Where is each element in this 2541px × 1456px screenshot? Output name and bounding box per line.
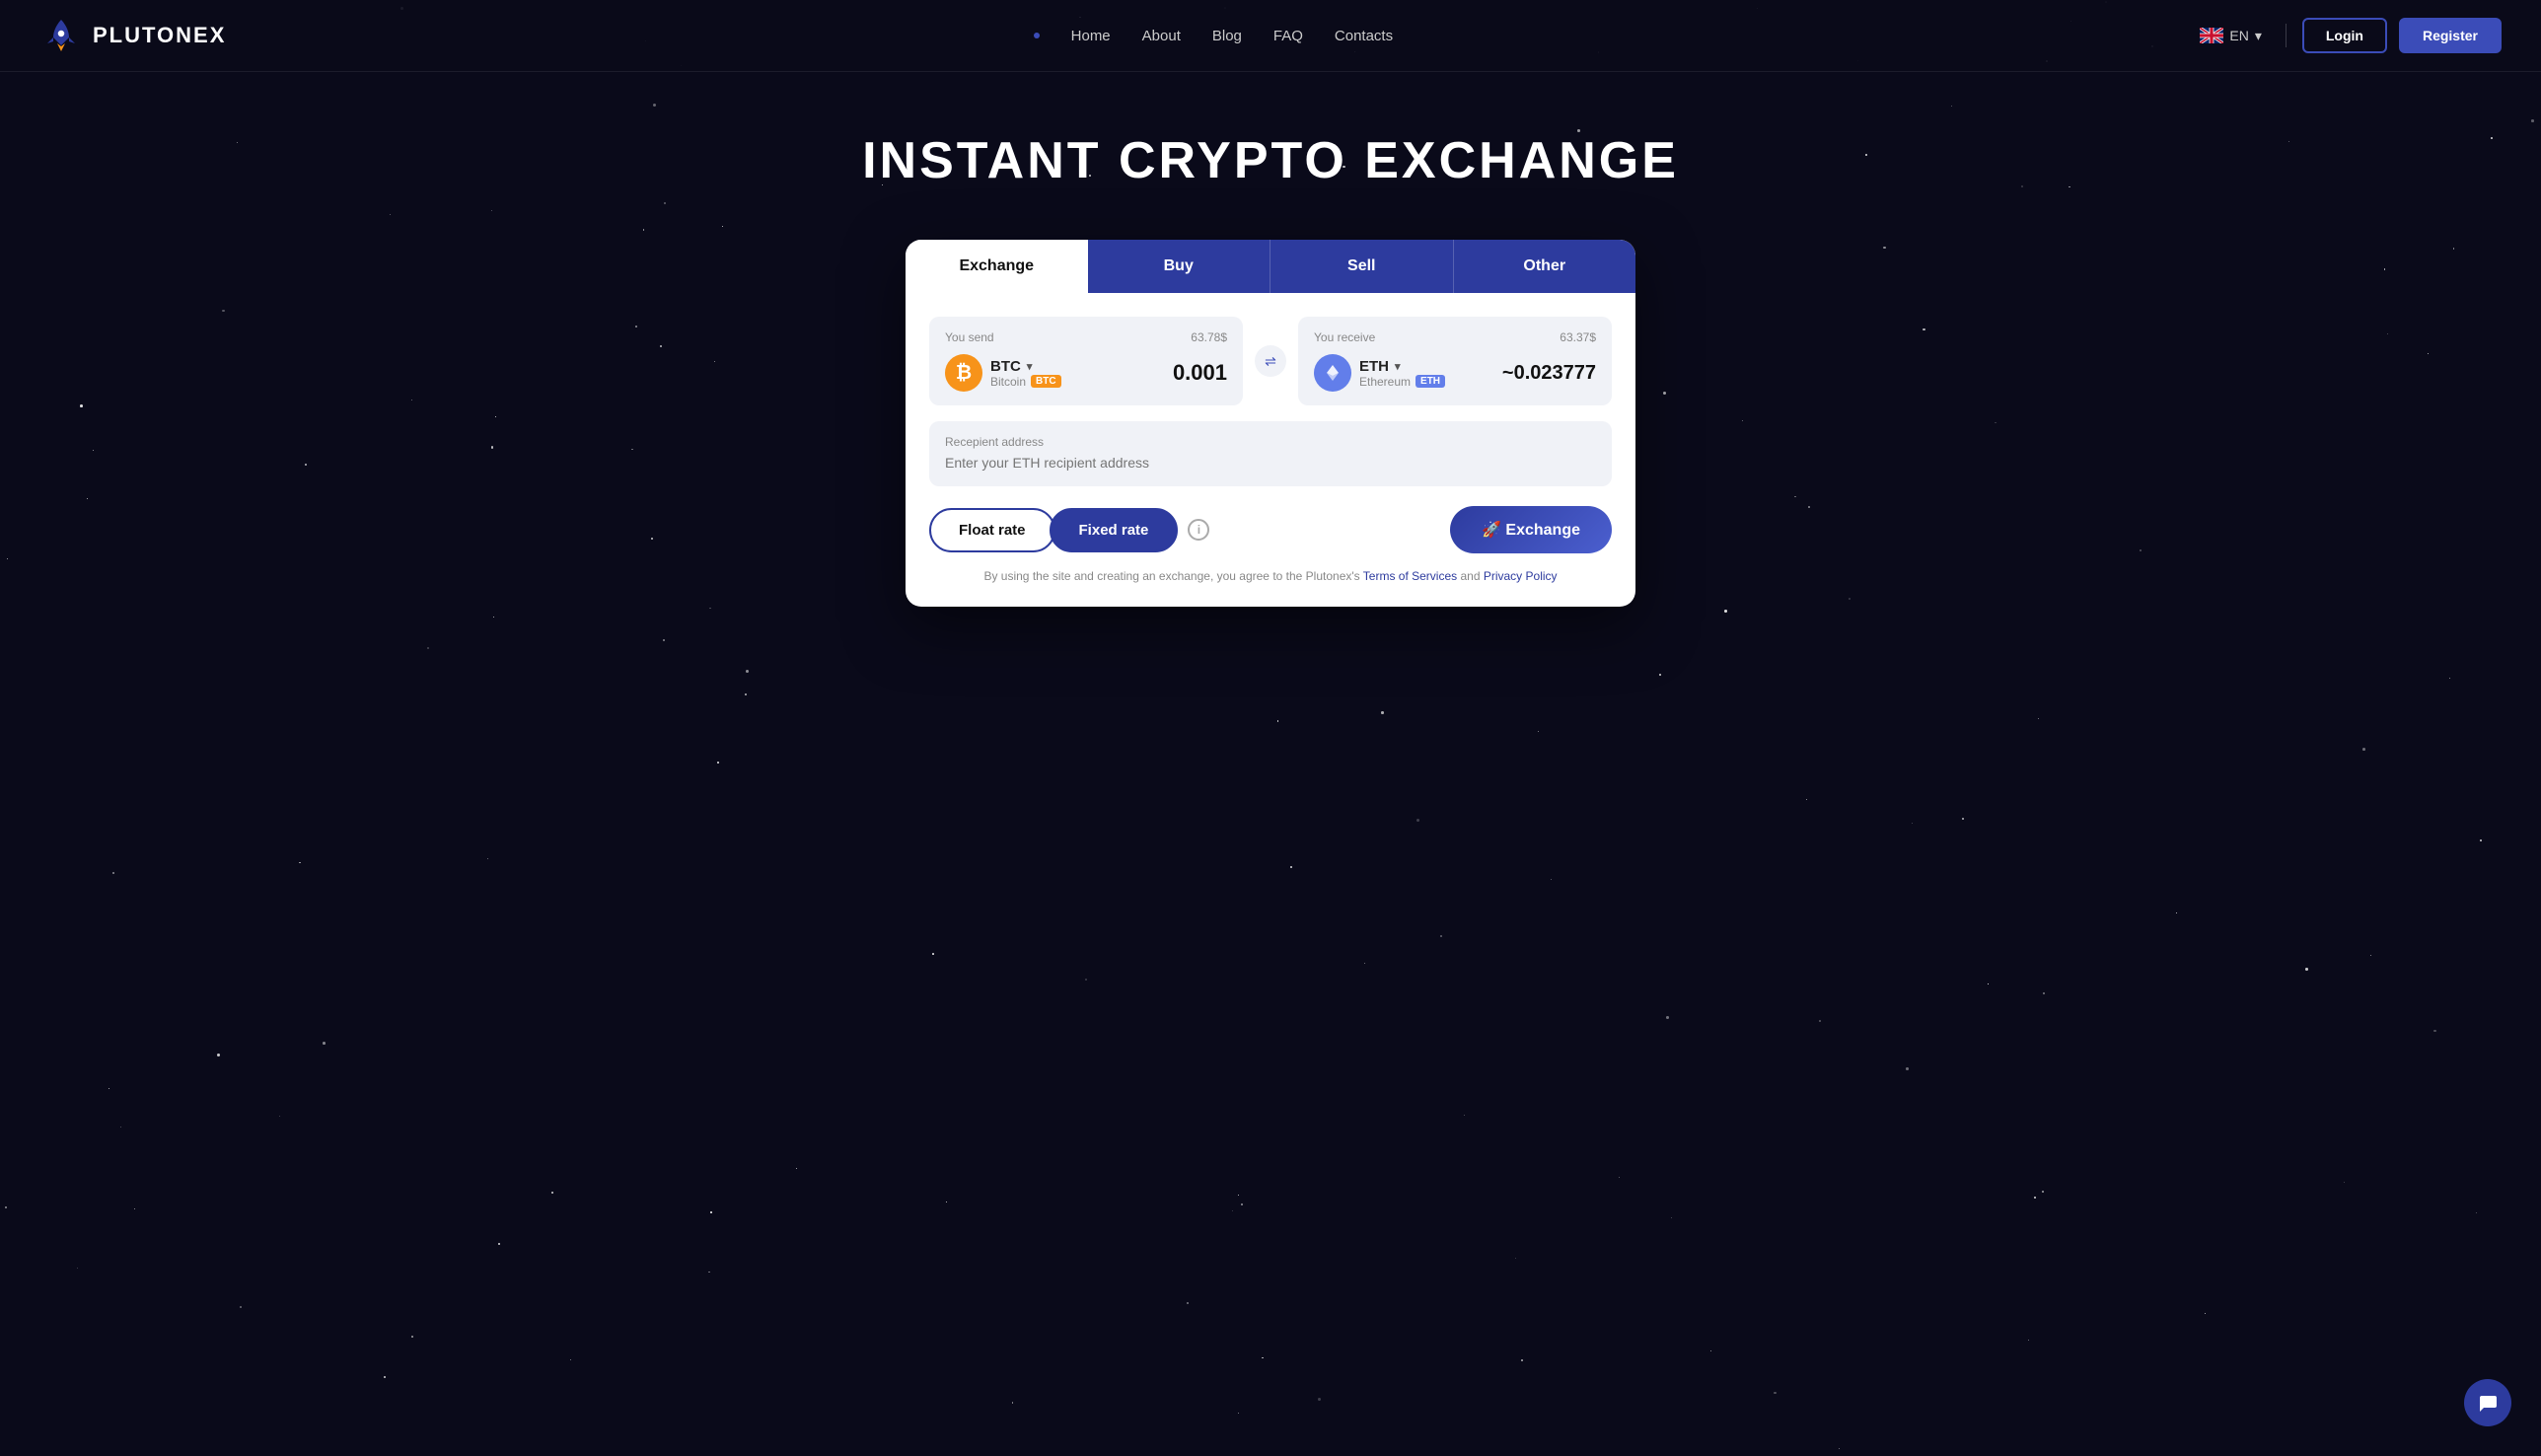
receive-currency-full: Ethereum ETH <box>1359 375 1445 389</box>
hero-title: INSTANT CRYPTO EXCHANGE <box>862 131 1679 190</box>
navbar: PLUTONEX Home About Blog FAQ Contacts EN… <box>0 0 2541 72</box>
receive-label: You receive <box>1314 330 1375 344</box>
nav-links: Home About Blog FAQ Contacts <box>1034 28 1393 44</box>
btc-icon: ₿ <box>945 354 982 392</box>
recipient-input[interactable] <box>945 455 1596 471</box>
register-button[interactable]: Register <box>2399 18 2502 53</box>
send-currency-full: Bitcoin BTC <box>990 375 1061 389</box>
terms-of-service-link[interactable]: Terms of Services <box>1363 569 1457 583</box>
receive-amount: ~0.023777 <box>1502 362 1596 385</box>
exchange-button[interactable]: 🚀 Exchange <box>1450 506 1612 553</box>
send-currency-code: BTC <box>990 358 1021 375</box>
tab-other[interactable]: Other <box>1453 240 1636 293</box>
chat-icon <box>2477 1392 2499 1414</box>
nav-divider <box>2286 24 2287 47</box>
exchange-row: You send 63.78$ ₿ BTC ▾ <box>929 317 1612 405</box>
chat-button[interactable] <box>2464 1379 2511 1426</box>
send-box: You send 63.78$ ₿ BTC ▾ <box>929 317 1243 405</box>
terms-and: and <box>1460 569 1483 583</box>
lang-chevron: ▾ <box>2255 28 2262 44</box>
language-selector[interactable]: EN ▾ <box>2200 28 2261 44</box>
terms-prefix: By using the site and creating an exchan… <box>983 569 1362 583</box>
send-header: You send 63.78$ <box>945 330 1227 344</box>
brand-name: PLUTONEX <box>93 23 226 48</box>
send-usd: 63.78$ <box>1191 330 1227 344</box>
privacy-policy-link[interactable]: Privacy Policy <box>1484 569 1558 583</box>
lang-label: EN <box>2229 28 2248 43</box>
send-bottom: ₿ BTC ▾ Bitcoin BTC <box>945 354 1227 392</box>
navbar-right: EN ▾ Login Register <box>2200 18 2502 53</box>
recipient-box: Recepient address <box>929 421 1612 486</box>
logo-icon <box>39 14 83 57</box>
nav-contacts[interactable]: Contacts <box>1335 28 1393 44</box>
send-label: You send <box>945 330 994 344</box>
send-currency-info: BTC ▾ Bitcoin BTC <box>990 358 1061 389</box>
main-content: INSTANT CRYPTO EXCHANGE Exchange Buy Sel… <box>0 72 2541 646</box>
receive-box: You receive 63.37$ <box>1298 317 1612 405</box>
terms-text: By using the site and creating an exchan… <box>929 569 1612 583</box>
send-currency-name: BTC ▾ <box>990 358 1061 375</box>
receive-currency-code: ETH <box>1359 358 1389 375</box>
tab-buy[interactable]: Buy <box>1088 240 1270 293</box>
rate-info-icon[interactable]: i <box>1188 519 1209 541</box>
tab-exchange[interactable]: Exchange <box>906 240 1088 293</box>
exchange-card: Exchange Buy Sell Other You send 63.78$ … <box>906 240 1635 607</box>
flag-icon <box>2200 28 2223 43</box>
receive-currency-selector[interactable]: ETH ▾ Ethereum ETH <box>1314 354 1445 392</box>
swap-icon[interactable]: ⇌ <box>1255 345 1286 377</box>
nav-dot <box>1034 33 1040 38</box>
send-currency-selector[interactable]: ₿ BTC ▾ Bitcoin BTC <box>945 354 1061 392</box>
nav-blog[interactable]: Blog <box>1212 28 1242 44</box>
tabs: Exchange Buy Sell Other <box>906 240 1635 293</box>
float-rate-button[interactable]: Float rate <box>929 508 1055 552</box>
receive-usd: 63.37$ <box>1560 330 1596 344</box>
eth-badge: ETH <box>1416 375 1445 388</box>
exchange-btn-wrapper: 🚀 Exchange <box>1450 506 1612 553</box>
send-amount[interactable]: 0.001 <box>1173 360 1227 386</box>
btc-badge: BTC <box>1031 375 1061 388</box>
tab-sell[interactable]: Sell <box>1270 240 1453 293</box>
login-button[interactable]: Login <box>2302 18 2387 53</box>
card-body: You send 63.78$ ₿ BTC ▾ <box>906 293 1635 607</box>
receive-chevron: ▾ <box>1395 360 1401 373</box>
fixed-rate-button[interactable]: Fixed rate <box>1050 508 1179 552</box>
eth-icon <box>1314 354 1351 392</box>
rate-row: Float rate Fixed rate i 🚀 Exchange <box>929 506 1612 553</box>
receive-header: You receive 63.37$ <box>1314 330 1596 344</box>
nav-faq[interactable]: FAQ <box>1273 28 1303 44</box>
nav-home[interactable]: Home <box>1071 28 1111 44</box>
receive-bottom: ETH ▾ Ethereum ETH ~0.023777 <box>1314 354 1596 392</box>
logo[interactable]: PLUTONEX <box>39 14 226 57</box>
recipient-label: Recepient address <box>945 435 1596 449</box>
nav-about[interactable]: About <box>1142 28 1181 44</box>
receive-currency-name: ETH ▾ <box>1359 358 1445 375</box>
receive-currency-info: ETH ▾ Ethereum ETH <box>1359 358 1445 389</box>
send-chevron: ▾ <box>1027 360 1033 373</box>
